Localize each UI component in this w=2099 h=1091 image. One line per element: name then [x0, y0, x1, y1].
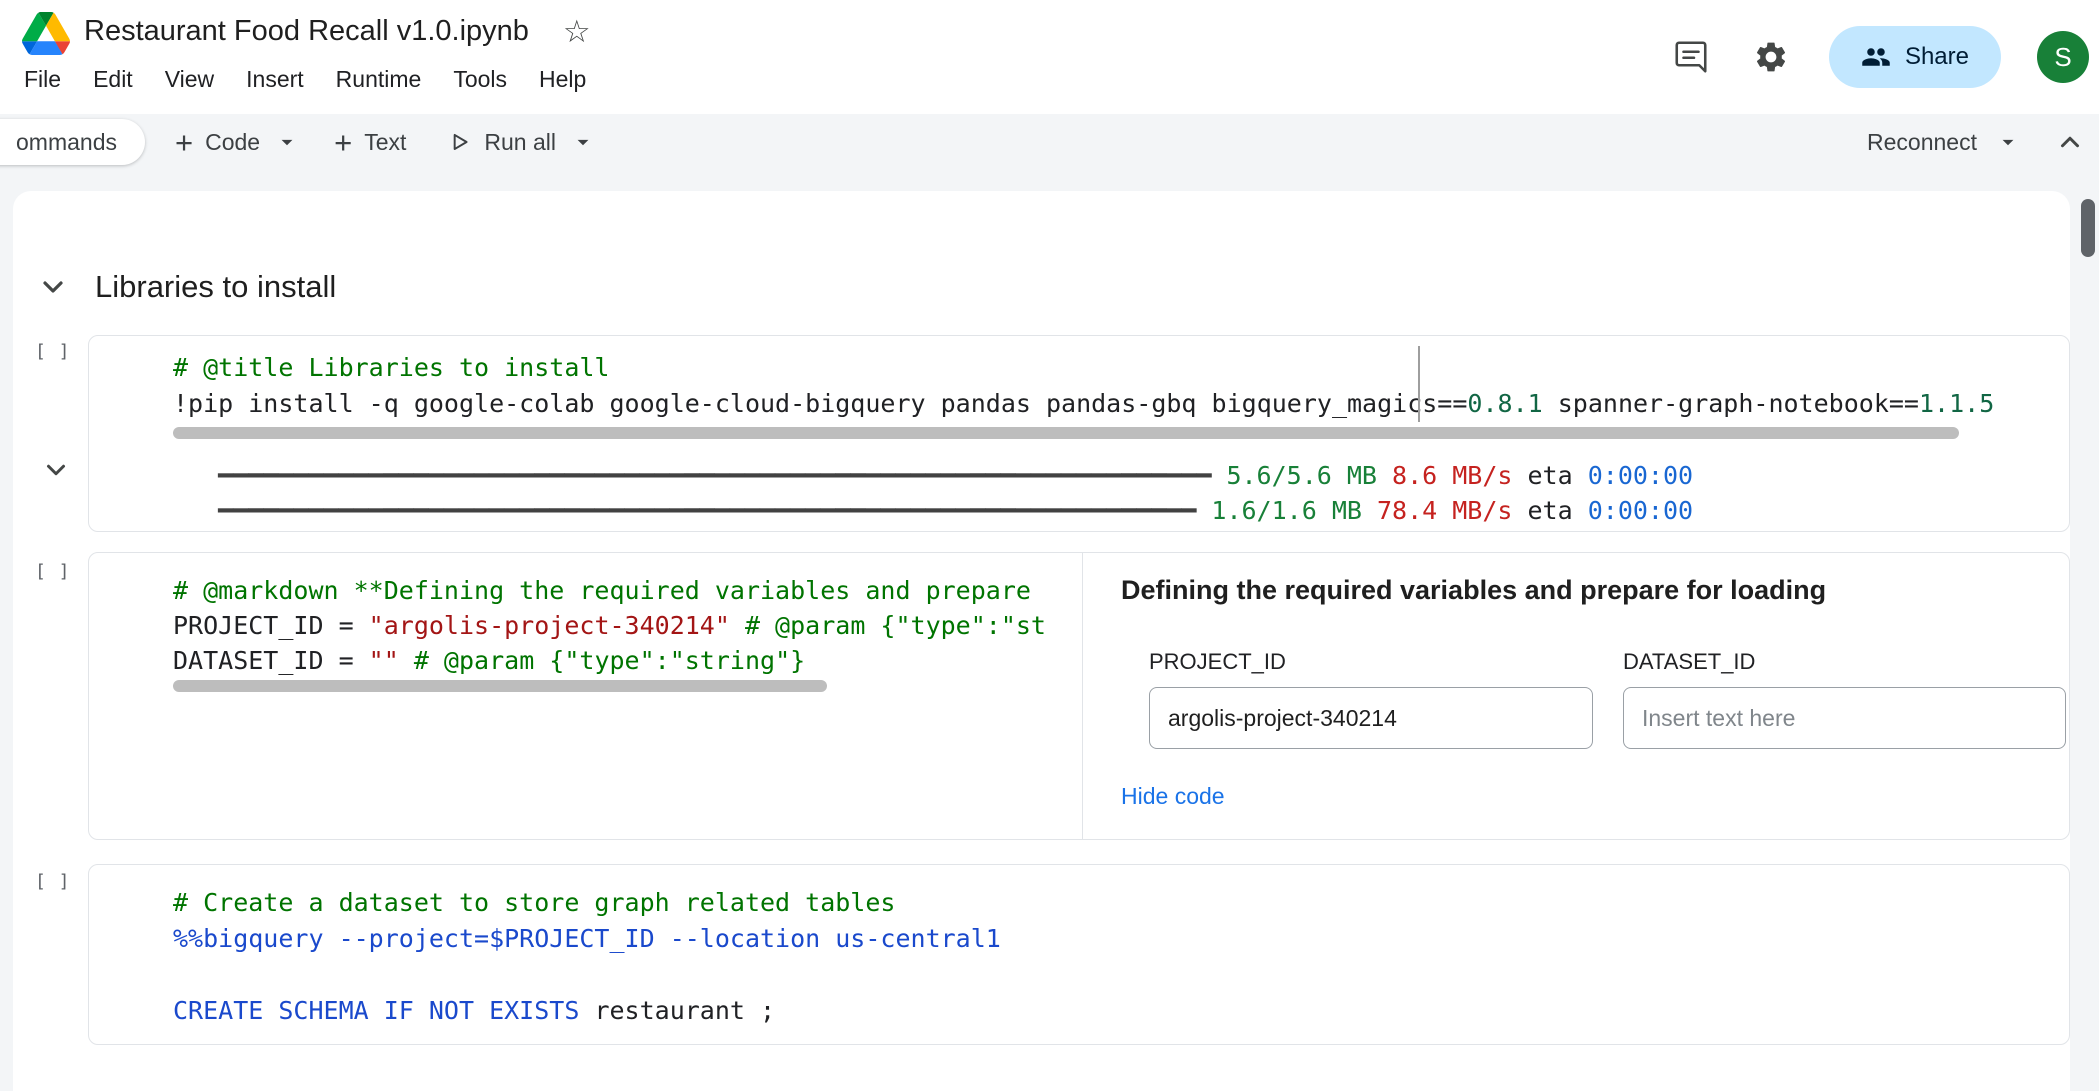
output-collapse-chevron[interactable] [41, 455, 71, 485]
share-label: Share [1905, 43, 1969, 71]
reconnect-dropdown[interactable] [1991, 125, 2025, 159]
cell-run-indicator[interactable]: [ ] [35, 561, 71, 582]
output-line: ━━━━━━━━━━━━━━━━━━━━━━━━━━━━━━━━━━━━━━━━… [218, 458, 2069, 493]
people-icon [1861, 42, 1891, 72]
menu-view[interactable]: View [149, 58, 230, 101]
add-code-button[interactable]: + Code [165, 117, 270, 168]
notebook-title[interactable]: Restaurant Food Recall v1.0.ipynb [84, 15, 529, 48]
run-all-label: Run all [484, 129, 556, 156]
section-title: Libraries to install [95, 269, 336, 305]
code-editor[interactable]: # Create a dataset to store graph relate… [89, 865, 2069, 1029]
cell-output: ━━━━━━━━━━━━━━━━━━━━━━━━━━━━━━━━━━━━━━━━… [89, 444, 2069, 531]
account-avatar[interactable]: S [2037, 31, 2089, 83]
share-button[interactable]: Share [1829, 26, 2001, 88]
play-icon [446, 129, 472, 155]
vertical-scrollbar[interactable] [2081, 199, 2095, 257]
dataset-id-input[interactable] [1623, 687, 2066, 749]
code-cell-3: # Create a dataset to store graph relate… [88, 864, 2070, 1045]
field-label-project-id: PROJECT_ID [1149, 649, 1286, 675]
chevron-down-icon [41, 455, 71, 485]
notebook-toolbar: ommands + Code + Text Run all Reconnect [0, 114, 2099, 170]
menu-help[interactable]: Help [523, 58, 602, 101]
toolbar-collapse-button[interactable] [2051, 123, 2089, 161]
commands-label: ommands [16, 129, 117, 156]
code-cell-1: # @title Libraries to install !pip insta… [88, 335, 2070, 532]
code-line: # Create a dataset to store graph relate… [173, 885, 2069, 921]
code-line: # @title Libraries to install [173, 350, 2069, 386]
header-actions: Share S [1669, 0, 2089, 114]
code-line: CREATE SCHEMA IF NOT EXISTS restaurant ; [173, 993, 2069, 1029]
menu-bar: File Edit View Insert Runtime Tools Help [8, 58, 602, 101]
run-all-dropdown[interactable] [566, 125, 600, 159]
caret-down-icon [1995, 129, 2021, 155]
add-code-dropdown[interactable] [270, 125, 304, 159]
code-cell-2-form: # @markdown **Defining the required vari… [88, 552, 2070, 840]
caret-down-icon [570, 129, 596, 155]
form-title: Defining the required variables and prep… [1121, 575, 1826, 606]
code-line: # @markdown **Defining the required vari… [173, 573, 1082, 608]
add-code-label: Code [205, 129, 260, 156]
add-text-label: Text [364, 129, 406, 156]
plus-icon: + [334, 127, 352, 158]
section-header: Libraries to install [37, 269, 336, 305]
cell-run-indicator[interactable]: [ ] [35, 871, 71, 892]
title-row: Restaurant Food Recall v1.0.ipynb ☆ [84, 8, 591, 54]
code-line [173, 957, 2069, 993]
horizontal-scrollbar[interactable] [173, 427, 1959, 439]
project-id-input[interactable] [1149, 687, 1593, 749]
avatar-initial: S [2054, 42, 2071, 73]
menu-insert[interactable]: Insert [230, 58, 320, 101]
chevron-up-icon [2055, 127, 2085, 157]
section-collapse-chevron[interactable] [37, 271, 69, 303]
code-editor[interactable]: # @title Libraries to install !pip insta… [89, 336, 2069, 422]
caret-down-icon [274, 129, 300, 155]
menu-edit[interactable]: Edit [77, 58, 149, 101]
chevron-down-icon [37, 271, 69, 303]
text-cursor [1418, 346, 1420, 422]
code-editor[interactable]: # @markdown **Defining the required vari… [89, 553, 1083, 839]
reconnect-button[interactable]: Reconnect [1857, 121, 1987, 164]
drive-logo-icon[interactable] [22, 12, 70, 55]
run-all-button[interactable]: Run all [436, 119, 566, 166]
reconnect-label: Reconnect [1867, 129, 1977, 156]
code-line: PROJECT_ID = "argolis-project-340214" # … [173, 608, 1082, 643]
commands-button[interactable]: ommands [0, 119, 145, 165]
notebook-area: Libraries to install [ ] # @title Librar… [13, 191, 2070, 1091]
menu-runtime[interactable]: Runtime [320, 58, 438, 101]
menu-tools[interactable]: Tools [437, 58, 523, 101]
app-header: Restaurant Food Recall v1.0.ipynb ☆ File… [0, 0, 2099, 114]
hide-code-link[interactable]: Hide code [1121, 783, 1225, 810]
output-line: ━━━━━━━━━━━━━━━━━━━━━━━━━━━━━━━━━━━━━━━━… [218, 493, 2069, 528]
field-label-dataset-id: DATASET_ID [1623, 649, 1755, 675]
star-icon[interactable]: ☆ [563, 16, 591, 47]
settings-button[interactable] [1749, 35, 1793, 79]
params-form: Defining the required variables and prep… [1083, 553, 2069, 839]
comments-button[interactable] [1669, 35, 1713, 79]
cell-run-indicator[interactable]: [ ] [35, 341, 71, 362]
comment-icon [1673, 39, 1709, 75]
gear-icon [1753, 39, 1789, 75]
plus-icon: + [175, 127, 193, 158]
add-text-button[interactable]: + Text [324, 117, 416, 168]
code-line: !pip install -q google-colab google-clou… [173, 386, 2069, 422]
menu-file[interactable]: File [8, 58, 77, 101]
code-line: DATASET_ID = "" # @param {"type":"string… [173, 643, 1082, 678]
horizontal-scrollbar[interactable] [173, 680, 827, 692]
code-line: %%bigquery --project=$PROJECT_ID --locat… [173, 921, 2069, 957]
